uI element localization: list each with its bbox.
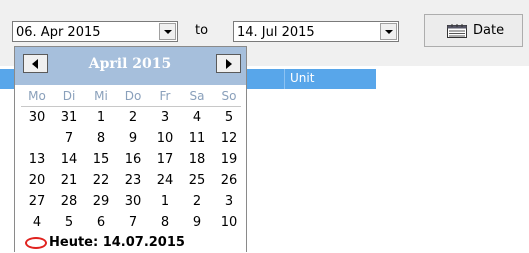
calendar-day[interactable]: 8 bbox=[85, 130, 117, 147]
end-date-dropdown-button[interactable] bbox=[380, 23, 397, 40]
calendar-day[interactable]: 31 bbox=[53, 109, 85, 126]
date-button[interactable]: Date bbox=[424, 14, 523, 47]
arrow-left-icon bbox=[32, 59, 38, 69]
calendar-day[interactable]: 10 bbox=[149, 130, 181, 147]
weekday-label: Fr bbox=[159, 89, 171, 103]
chevron-down-icon bbox=[385, 30, 393, 34]
calendar-day[interactable]: 27 bbox=[21, 193, 53, 210]
today-label: Heute: 14.07.2015 bbox=[49, 235, 185, 250]
calendar-day[interactable]: 22 bbox=[85, 172, 117, 189]
calendar-day[interactable]: 9 bbox=[117, 130, 149, 147]
calendar-day[interactable]: 7 bbox=[53, 130, 85, 147]
arrow-right-icon bbox=[226, 59, 232, 69]
weekday-label: So bbox=[221, 89, 237, 103]
calendar-day[interactable]: 14 bbox=[53, 151, 85, 168]
next-month-button[interactable] bbox=[216, 54, 241, 73]
calendar-day[interactable]: 30 bbox=[117, 193, 149, 210]
calendar-day[interactable]: 2 bbox=[117, 109, 149, 126]
calendar-day[interactable]: 12 bbox=[213, 130, 245, 147]
calendar-popup: April 2015 Mo Di Mi Do Fr Sa So 30 31 1 2 3 4… bbox=[14, 46, 247, 252]
calendar-day[interactable]: 25 bbox=[181, 172, 213, 189]
weekday-row: Mo Di Mi Do Fr Sa So bbox=[21, 89, 245, 105]
calendar-day[interactable]: 13 bbox=[21, 151, 53, 168]
calendar-day[interactable]: 8 bbox=[149, 214, 181, 231]
weekday-label: Do bbox=[124, 89, 142, 103]
calendar-icon bbox=[447, 24, 467, 38]
calendar-day[interactable]: 3 bbox=[149, 109, 181, 126]
calendar-day[interactable]: 18 bbox=[181, 151, 213, 168]
weekday-divider bbox=[21, 106, 241, 107]
calendar-day[interactable]: 24 bbox=[149, 172, 181, 189]
calendar-day[interactable]: 26 bbox=[213, 172, 245, 189]
column-separator bbox=[284, 69, 285, 89]
to-label: to bbox=[195, 23, 209, 38]
calendar-day[interactable]: 1 bbox=[149, 193, 181, 210]
start-date-value: 06. Apr 2015 bbox=[16, 25, 101, 40]
calendar-day[interactable]: 28 bbox=[53, 193, 85, 210]
calendar-day-selected[interactable]: 6 bbox=[21, 130, 53, 147]
calendar-day[interactable]: 23 bbox=[117, 172, 149, 189]
calendar-day[interactable]: 19 bbox=[213, 151, 245, 168]
previous-month-button[interactable] bbox=[23, 54, 48, 73]
calendar-day[interactable]: 29 bbox=[85, 193, 117, 210]
calendar-header: April 2015 bbox=[15, 47, 246, 85]
date-button-label: Date bbox=[473, 23, 505, 38]
weekday-label: Mi bbox=[94, 89, 108, 103]
start-date-dropdown-button[interactable] bbox=[159, 23, 176, 40]
calendar-day[interactable]: 6 bbox=[85, 214, 117, 231]
calendar-day[interactable]: 10 bbox=[213, 214, 245, 231]
month-title: April 2015 bbox=[88, 56, 172, 72]
chevron-down-icon bbox=[164, 30, 172, 34]
end-date-combo[interactable]: 14. Jul 2015 bbox=[233, 21, 399, 42]
weekday-label: Sa bbox=[189, 89, 205, 103]
calendar-day[interactable]: 15 bbox=[85, 151, 117, 168]
calendar-day[interactable]: 5 bbox=[213, 109, 245, 126]
calendar-day[interactable]: 9 bbox=[181, 214, 213, 231]
today-marker-icon bbox=[25, 237, 47, 249]
calendar-day[interactable]: 1 bbox=[85, 109, 117, 126]
calendar-day[interactable]: 21 bbox=[53, 172, 85, 189]
calendar-day[interactable]: 20 bbox=[21, 172, 53, 189]
calendar-day[interactable]: 2 bbox=[181, 193, 213, 210]
weekday-label: Mo bbox=[28, 89, 46, 103]
calendar-day[interactable]: 16 bbox=[117, 151, 149, 168]
calendar-day[interactable]: 3 bbox=[213, 193, 245, 210]
end-date-value: 14. Jul 2015 bbox=[237, 25, 315, 40]
calendar-day[interactable]: 4 bbox=[21, 214, 53, 231]
weekday-label: Di bbox=[62, 89, 76, 103]
unit-column-header[interactable]: Unit bbox=[290, 71, 314, 85]
calendar-day[interactable]: 5 bbox=[53, 214, 85, 231]
start-date-combo[interactable]: 06. Apr 2015 bbox=[12, 21, 178, 42]
calendar-day[interactable]: 11 bbox=[181, 130, 213, 147]
today-link[interactable]: Heute: 14.07.2015 bbox=[21, 235, 245, 253]
calendar-day[interactable]: 4 bbox=[181, 109, 213, 126]
calendar-day[interactable]: 7 bbox=[117, 214, 149, 231]
calendar-day[interactable]: 17 bbox=[149, 151, 181, 168]
calendar-day[interactable]: 30 bbox=[21, 109, 53, 126]
